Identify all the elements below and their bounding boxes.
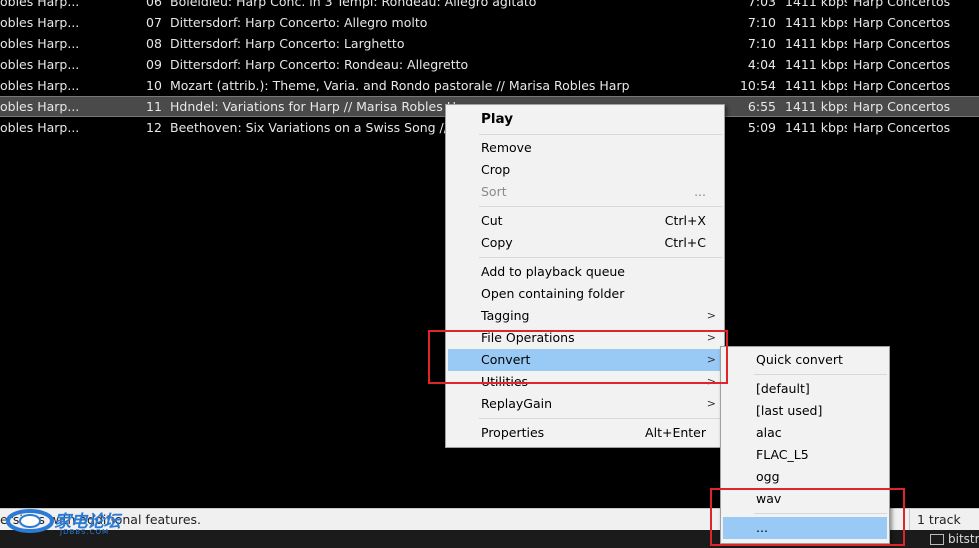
chevron-right-icon: > bbox=[706, 309, 716, 322]
row-title: Boieldieu: Harp Conc. in 3 Tempi: Rondea… bbox=[170, 0, 537, 9]
menu-separator bbox=[479, 418, 722, 419]
output-device-icon bbox=[930, 534, 944, 545]
row-track-number: 12 bbox=[146, 120, 162, 135]
annotation-box-convert bbox=[428, 330, 728, 384]
row-artist: obles Harp... bbox=[0, 57, 80, 72]
row-title: Mozart (attrib.): Theme, Varia. and Rond… bbox=[170, 78, 630, 93]
playlist-row[interactable]: obles Harp... 09 Dittersdorf: Harp Conce… bbox=[0, 54, 979, 75]
menu-item-copy[interactable]: Copy Ctrl+C bbox=[448, 232, 722, 254]
row-duration: 4:04 bbox=[747, 57, 776, 72]
context-menu: Play Remove Crop Sort... Cut Ctrl+X Copy C… bbox=[445, 104, 725, 448]
row-album: Harp Concertos bbox=[853, 99, 951, 114]
row-duration: 7:10 bbox=[747, 36, 776, 51]
row-duration: 6:55 bbox=[747, 99, 776, 114]
row-track-number: 09 bbox=[146, 57, 162, 72]
menu-item-replaygain[interactable]: ReplayGain > bbox=[448, 393, 722, 415]
menu-item-remove[interactable]: Remove bbox=[448, 137, 722, 159]
row-track-number: 07 bbox=[146, 15, 162, 30]
menu-item-cut[interactable]: Cut Ctrl+X bbox=[448, 210, 722, 232]
row-album: Harp Concertos bbox=[853, 120, 951, 135]
row-duration: 7:03 bbox=[747, 0, 776, 9]
bitstream-info: bitstr bbox=[930, 530, 979, 548]
row-track-number: 11 bbox=[146, 99, 162, 114]
track-count: 1 track bbox=[909, 509, 979, 531]
row-artist: obles Harp... bbox=[0, 36, 80, 51]
submenu-item-last-used[interactable]: [last used] bbox=[723, 400, 887, 422]
row-artist: obles Harp... bbox=[0, 78, 80, 93]
row-bitrate: 1411 kbps bbox=[785, 36, 847, 51]
row-title: Dittersdorf: Harp Concerto: Rondeau: All… bbox=[170, 57, 469, 72]
row-title: Dittersdorf: Harp Concerto: Larghetto bbox=[170, 36, 405, 51]
menu-item-sort: Sort... bbox=[481, 184, 706, 199]
menu-separator bbox=[479, 134, 722, 135]
row-album: Harp Concertos bbox=[853, 36, 951, 51]
bitstream-label: bitstr bbox=[948, 532, 979, 546]
submenu-item-default[interactable]: [default] bbox=[723, 378, 887, 400]
logo-subtext: JDBBS.COM bbox=[60, 528, 110, 536]
row-duration: 7:10 bbox=[747, 15, 776, 30]
row-artist: obles Harp... bbox=[0, 99, 80, 114]
row-track-number: 06 bbox=[146, 0, 162, 9]
menu-separator bbox=[479, 206, 722, 207]
row-artist: obles Harp... bbox=[0, 120, 80, 135]
row-title: Dittersdorf: Harp Concerto: Allegro molt… bbox=[170, 15, 428, 30]
chevron-right-icon: > bbox=[706, 397, 716, 410]
row-bitrate: 1411 kbps bbox=[785, 78, 847, 93]
playlist-row[interactable]: obles Harp... 10 Mozart (attrib.): Theme… bbox=[0, 75, 979, 96]
menu-item-crop[interactable]: Crop bbox=[448, 159, 722, 181]
row-bitrate: 1411 kbps bbox=[785, 57, 847, 72]
submenu-item-quick-convert[interactable]: Quick convert bbox=[723, 349, 887, 371]
menu-separator bbox=[479, 257, 722, 258]
submenu-item-alac[interactable]: alac bbox=[723, 422, 887, 444]
row-album: Harp Concertos bbox=[853, 78, 951, 93]
row-bitrate: 1411 kbps bbox=[785, 15, 847, 30]
row-duration: 10:54 bbox=[739, 78, 776, 93]
watermark-logo: 家电论坛 JDBBS.COM bbox=[6, 504, 141, 538]
menu-item-properties[interactable]: Properties Alt+Enter bbox=[448, 422, 722, 444]
menu-item-tagging[interactable]: Tagging > bbox=[448, 305, 722, 327]
menu-item-add-to-queue[interactable]: Add to playback queue bbox=[448, 261, 722, 283]
submenu-item-ogg[interactable]: ogg bbox=[723, 466, 887, 488]
menu-separator bbox=[754, 374, 887, 375]
row-album: Harp Concertos bbox=[853, 15, 951, 30]
row-bitrate: 1411 kbps bbox=[785, 120, 847, 135]
annotation-box-more bbox=[710, 488, 905, 546]
menu-item-play[interactable]: Play bbox=[448, 108, 722, 130]
row-bitrate: 1411 kbps bbox=[785, 0, 847, 9]
submenu-item-flac[interactable]: FLAC_L5 bbox=[723, 444, 887, 466]
playlist-row[interactable]: obles Harp... 07 Dittersdorf: Harp Conce… bbox=[0, 12, 979, 33]
row-album: Harp Concertos bbox=[853, 0, 951, 9]
menu-item-open-folder[interactable]: Open containing folder bbox=[448, 283, 722, 305]
row-track-number: 08 bbox=[146, 36, 162, 51]
row-artist: obles Harp... bbox=[0, 15, 80, 30]
playlist-row[interactable]: obles Harp... 06 Boieldieu: Harp Conc. i… bbox=[0, 0, 979, 12]
row-artist: obles Harp... bbox=[0, 0, 80, 9]
row-bitrate: 1411 kbps bbox=[785, 99, 847, 114]
row-track-number: 10 bbox=[146, 78, 162, 93]
row-duration: 5:09 bbox=[747, 120, 776, 135]
logo-swoosh-icon bbox=[6, 509, 54, 533]
row-album: Harp Concertos bbox=[853, 57, 951, 72]
playlist-row[interactable]: obles Harp... 08 Dittersdorf: Harp Conce… bbox=[0, 33, 979, 54]
